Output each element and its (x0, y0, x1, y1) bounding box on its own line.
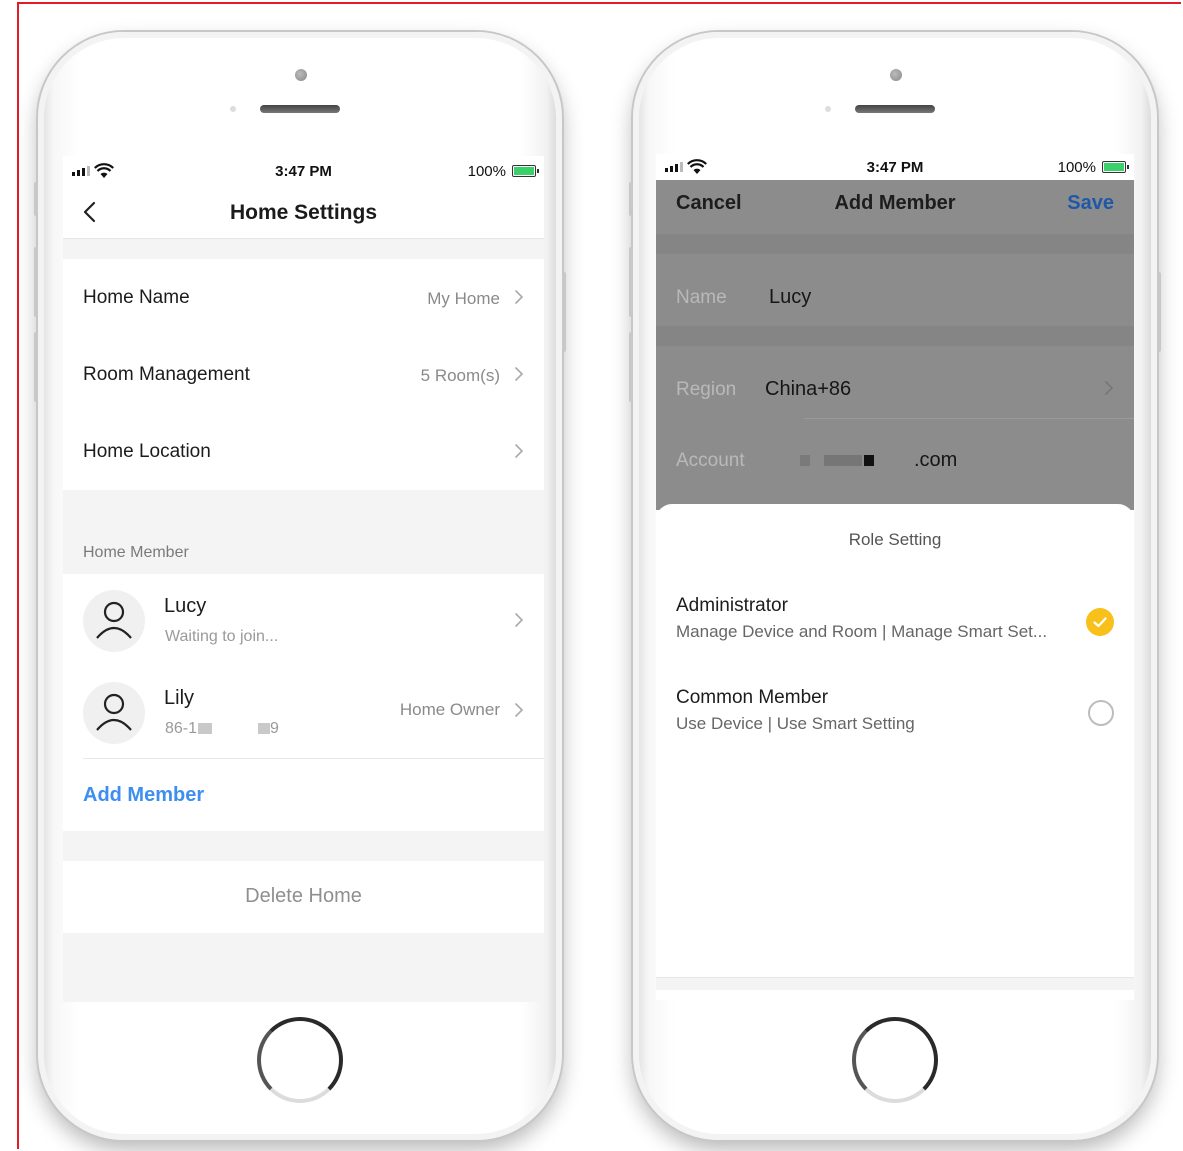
add-member-button[interactable]: Add Member (83, 784, 204, 807)
mute-switch (34, 182, 38, 216)
chevron-right-icon (514, 366, 524, 382)
section-gap (656, 234, 1134, 254)
role-description: Use Device | Use Smart Setting (676, 714, 915, 733)
status-bar: 3:47 PM 100% (63, 156, 544, 186)
region-selector[interactable]: China+86 (765, 378, 851, 401)
room-management-row[interactable]: Room Management 5 Room(s) (63, 336, 544, 413)
member-row-lily[interactable]: Lily 86-1 9 Home Owner (63, 666, 544, 758)
delete-home-group: Delete Home (63, 861, 544, 933)
front-camera (890, 69, 902, 81)
sheet-title: Role Setting (848, 530, 942, 549)
avatar (83, 590, 145, 652)
earpiece-speaker (855, 105, 935, 113)
home-name-value: My Home (427, 289, 500, 308)
home-button[interactable] (257, 1017, 343, 1103)
volume-up-button (34, 247, 38, 317)
room-count-value: 5 Room(s) (420, 366, 500, 385)
save-button[interactable]: Save (1067, 192, 1114, 215)
page-title: Add Member (834, 192, 956, 214)
redaction-mask (198, 723, 213, 735)
user-icon (96, 601, 132, 639)
battery-percent: 100% (467, 163, 506, 180)
home-name-label: Home Name (83, 287, 190, 308)
redaction-mask (864, 455, 874, 467)
account-input[interactable]: .com (800, 449, 957, 472)
checkmark-selected-icon[interactable] (1086, 608, 1114, 636)
screen-home-settings: 3:47 PM 100% Home Settings Home Name My … (63, 156, 544, 1002)
chevron-right-icon (514, 289, 524, 305)
room-management-label: Room Management (83, 364, 250, 385)
home-settings-group: Home Name My Home Room Management 5 Room… (63, 259, 544, 490)
phone-left: 3:47 PM 100% Home Settings Home Name My … (34, 32, 566, 1140)
member-name: Lily (164, 687, 195, 709)
nav-bar: Home Settings (63, 186, 544, 239)
name-input[interactable]: Lucy (769, 286, 811, 309)
chevron-right-icon (514, 443, 524, 459)
member-status: Waiting to join... (165, 628, 279, 645)
member-row-lucy[interactable]: Lucy Waiting to join... (63, 574, 544, 666)
chevron-right-icon (514, 612, 524, 628)
role-setting-sheet: Role Setting Administrator Manage Device… (656, 504, 1134, 990)
avatar (83, 682, 145, 744)
earpiece-speaker (260, 105, 340, 113)
phone-suffix: 9 (270, 720, 279, 737)
proximity-sensor (230, 106, 236, 112)
redaction-mask (800, 455, 810, 467)
chevron-right-icon (514, 702, 524, 718)
home-location-row[interactable]: Home Location (63, 413, 544, 490)
home-name-row[interactable]: Home Name My Home (63, 259, 544, 336)
front-camera (295, 69, 307, 81)
sheet-footer (656, 977, 1134, 990)
name-label: Name (676, 287, 727, 308)
screen-add-member: 3:47 PM 100% Cancel Add Member Save Name… (656, 154, 1134, 1000)
home-button[interactable] (852, 1017, 938, 1103)
home-location-label: Home Location (83, 441, 211, 462)
section-gap (656, 326, 1134, 346)
radio-unselected-icon[interactable] (1088, 700, 1114, 726)
delete-home-button[interactable]: Delete Home (63, 885, 544, 908)
status-bar: 3:47 PM 100% (656, 154, 1134, 180)
redaction-mask (258, 723, 271, 735)
mute-switch (629, 182, 633, 216)
battery-icon (512, 165, 539, 177)
phone-right: 3:47 PM 100% Cancel Add Member Save Name… (629, 32, 1161, 1140)
account-suffix: .com (914, 449, 958, 471)
divider (83, 758, 544, 759)
page-title: Home Settings (229, 201, 378, 224)
proximity-sensor (825, 106, 831, 112)
home-member-section-header: Home Member (83, 544, 189, 561)
volume-down-button (34, 332, 38, 402)
member-role: Home Owner (399, 700, 500, 719)
home-member-group: Lucy Waiting to join... Lily 86-1 9 Home … (63, 574, 544, 831)
volume-up-button (629, 247, 633, 317)
role-name: Administrator (676, 595, 788, 616)
power-button (562, 272, 566, 352)
chevron-right-icon (1104, 380, 1114, 396)
phone-prefix: 86-1 (165, 720, 198, 737)
battery-percent: 100% (1057, 159, 1096, 176)
redaction-mask (824, 455, 862, 467)
volume-down-button (629, 332, 633, 402)
user-icon (96, 693, 132, 731)
divider (804, 418, 1134, 419)
role-name: Common Member (676, 687, 829, 708)
member-phone: 86-1 9 (165, 720, 279, 738)
power-button (1157, 272, 1161, 352)
region-label: Region (676, 379, 737, 400)
member-name: Lucy (164, 595, 207, 617)
account-label: Account (676, 450, 745, 471)
role-description: Manage Device and Room | Manage Smart Se… (676, 622, 1048, 641)
battery-icon (1102, 161, 1129, 173)
